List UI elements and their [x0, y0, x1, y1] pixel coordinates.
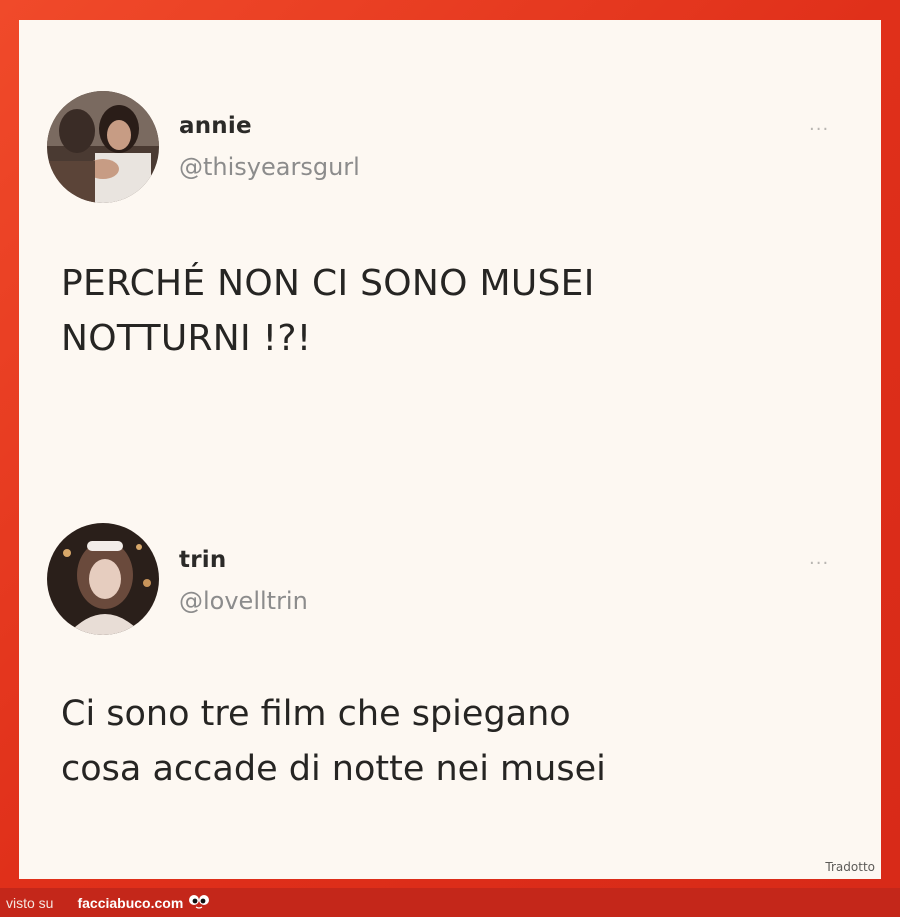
tweet-text: Ci sono tre film che spiegano cosa accad… — [61, 694, 606, 789]
seen-on-label: visto su — [6, 894, 54, 911]
author-name[interactable]: annie — [179, 113, 252, 139]
more-options-icon[interactable]: ... — [809, 116, 829, 134]
avatar-trin[interactable] — [47, 523, 159, 635]
googly-eyes-icon — [188, 893, 210, 913]
avatar-photo-annie — [47, 91, 159, 203]
site-link[interactable]: facciabuco.com — [77, 895, 183, 911]
more-options-icon[interactable]: ... — [809, 550, 829, 568]
translated-label: Tradotto — [825, 860, 875, 874]
red-frame: annie @thisyearsgurl ... PERCHÉ NON CI S… — [0, 0, 900, 888]
post-card: annie @thisyearsgurl ... PERCHÉ NON CI S… — [19, 20, 881, 879]
avatar-photo-trin — [47, 523, 159, 635]
author-handle[interactable]: @thisyearsgurl — [179, 153, 360, 181]
tweet-text: PERCHÉ NON CI SONO MUSEI NOTTURNI !?! — [61, 263, 595, 359]
author-name[interactable]: trin — [179, 547, 226, 573]
watermark-footer: visto su facciabuco.com — [0, 888, 900, 917]
author-handle[interactable]: @lovelltrin — [179, 587, 308, 615]
avatar-annie[interactable] — [47, 91, 159, 203]
